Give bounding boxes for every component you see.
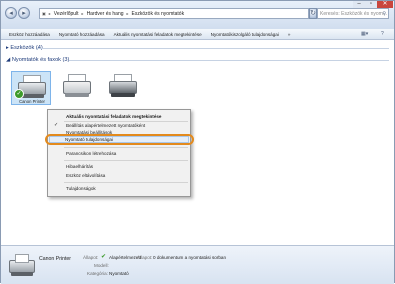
- forward-arrow-icon: ▸: [22, 9, 26, 17]
- explorer-window: ◂ ▸ ▣ ▸ Vezérlőpult ▸ Hardver és hang ▸ …: [0, 0, 395, 284]
- more-commands-button[interactable]: »: [288, 32, 291, 37]
- command-bar: Eszköz hozzáadása Nyomtató hozzáadása Ak…: [1, 29, 394, 40]
- menu-item-create-shortcut[interactable]: Parancsikon létrehozása: [66, 151, 116, 156]
- help-icon[interactable]: ?: [381, 29, 384, 39]
- details-printer-name: Canon Printer: [39, 256, 72, 262]
- search-input[interactable]: Keresés: Eszközök és nyom... ⚲: [317, 8, 389, 19]
- printer-tray: [111, 93, 135, 97]
- menu-item-remove-device[interactable]: Eszköz eltávolítása: [66, 173, 105, 178]
- refresh-button[interactable]: ↻: [309, 8, 317, 19]
- print-server-properties-button[interactable]: Nyomtatókiszolgáló tulajdonságai: [211, 32, 279, 37]
- details-status-value: 0 dokumentum a nyomtatási sorban: [153, 255, 227, 260]
- details-status-label: Állapot:: [137, 255, 153, 260]
- address-root-icon: ▣: [42, 11, 46, 16]
- details-pane: Canon Printer Állapot: ✔ Alapértelmezett…: [1, 245, 394, 284]
- menu-item-properties[interactable]: Tulajdonságok: [66, 186, 96, 191]
- add-printer-button[interactable]: Nyomtató hozzáadása: [59, 32, 105, 37]
- printer-item-canon[interactable]: ✓ Canon Printer: [11, 71, 51, 105]
- address-separator: ▸: [48, 11, 51, 16]
- default-check-icon: ✔: [101, 254, 107, 260]
- view-print-jobs-button[interactable]: Aktuális nyomtatási feladatok megtekinté…: [114, 32, 202, 37]
- search-icon: ⚲: [382, 11, 386, 17]
- close-icon: ✕: [382, 1, 388, 7]
- menu-separator: [64, 182, 188, 183]
- details-state-label: Állapot:: [83, 255, 99, 260]
- minimize-button[interactable]: –: [353, 1, 365, 8]
- maximize-button[interactable]: ▫: [365, 1, 377, 8]
- breadcrumb-devices-printers[interactable]: Eszközök és nyomtatók: [132, 11, 185, 17]
- details-printer-icon: [7, 254, 37, 282]
- printer-tray: [11, 272, 33, 276]
- menu-item-view-print-jobs[interactable]: Aktuális nyomtatási feladatok megtekinté…: [66, 114, 161, 119]
- details-model-label: Modell:: [94, 263, 109, 268]
- menu-item-printer-properties-highlighted[interactable]: Nyomtató tulajdonságai: [65, 137, 113, 142]
- search-placeholder: Keresés: Eszközök és nyom...: [320, 11, 387, 17]
- printer-item-xps[interactable]: [103, 71, 143, 105]
- printers-group-rule: [69, 60, 389, 61]
- details-category-value: Nyomtató: [109, 271, 129, 276]
- breadcrumb-hardware-sound[interactable]: Hardver és hang: [87, 11, 124, 17]
- details-category-label: Kategória:: [87, 271, 108, 276]
- devices-group-rule: [37, 48, 389, 49]
- minimize-icon: –: [357, 1, 361, 7]
- printers-group-label: Nyomtatók és faxok (3): [11, 57, 70, 63]
- title-bar: ◂ ▸ ▣ ▸ Vezérlőpult ▸ Hardver és hang ▸ …: [1, 1, 394, 31]
- menu-item-set-default[interactable]: Beállítás alapértelmezett nyomtatóként: [66, 123, 145, 128]
- menu-separator: [64, 160, 188, 161]
- add-device-button[interactable]: Eszköz hozzáadása: [9, 32, 50, 37]
- printer-tray: [65, 93, 89, 97]
- checkmark-icon: ✓: [54, 122, 59, 128]
- menu-separator: [64, 121, 188, 122]
- forward-button[interactable]: ▸: [18, 7, 30, 19]
- menu-item-troubleshoot[interactable]: Hibaelhárítás: [66, 164, 93, 169]
- close-button[interactable]: ✕: [377, 1, 393, 8]
- menu-separator: [64, 147, 188, 148]
- breadcrumb-control-panel[interactable]: Vezérlőpult: [54, 11, 79, 17]
- maximize-icon: ▫: [369, 1, 373, 7]
- printer-name: Canon Printer: [19, 99, 45, 104]
- default-check-icon: ✓: [14, 89, 24, 99]
- context-menu: Aktuális nyomtatási feladatok megtekinté…: [47, 109, 191, 197]
- printer-item-fax[interactable]: [57, 71, 97, 105]
- address-separator: ▸: [81, 11, 84, 16]
- back-button[interactable]: ◂: [5, 7, 17, 19]
- address-separator: ▸: [126, 11, 129, 16]
- refresh-icon: ↻: [310, 10, 316, 17]
- view-options-icon[interactable]: ▦▾: [361, 29, 368, 39]
- back-arrow-icon: ◂: [9, 9, 13, 17]
- printers-group-header[interactable]: ◢ Nyomtatók és faxok (3): [6, 57, 69, 63]
- address-bar[interactable]: ▣ ▸ Vezérlőpult ▸ Hardver és hang ▸ Eszk…: [39, 8, 309, 19]
- printer-paper: [15, 254, 29, 263]
